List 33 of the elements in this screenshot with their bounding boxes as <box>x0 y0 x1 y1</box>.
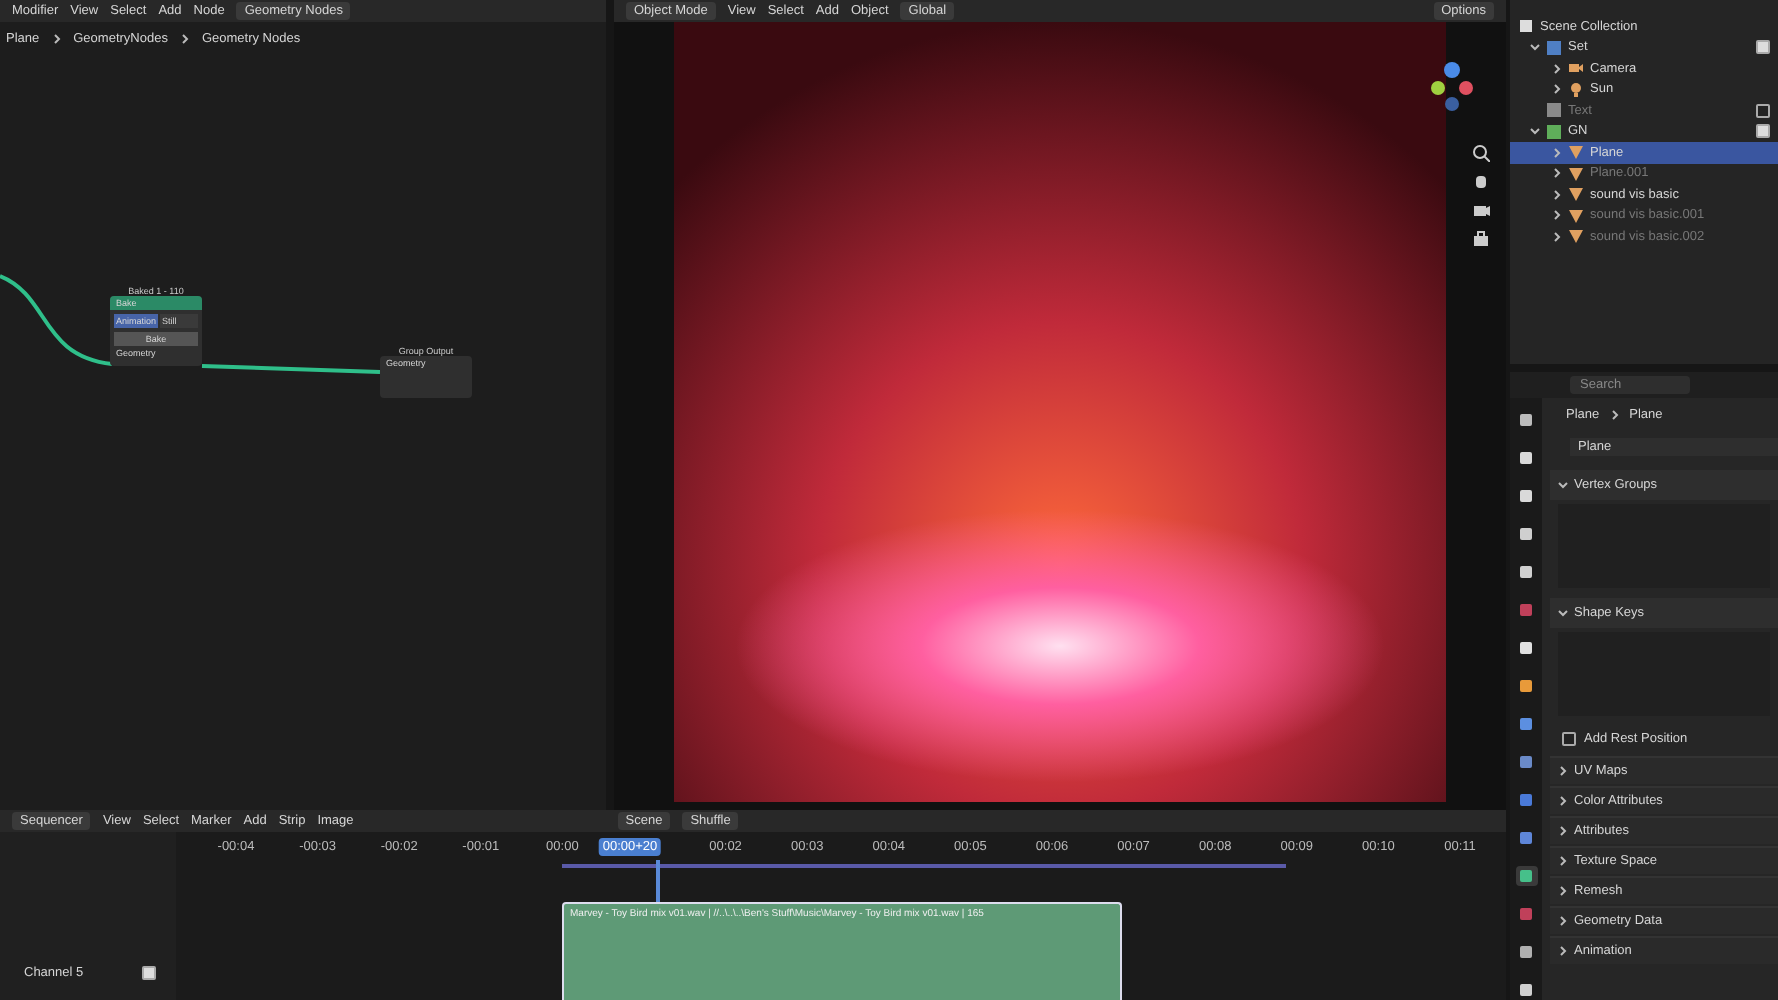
chevron-icon <box>179 34 190 44</box>
property-tab-icon[interactable] <box>1515 942 1537 962</box>
chevron-icon <box>1558 766 1568 776</box>
visibility-checkbox[interactable] <box>1756 40 1770 55</box>
light-bulb-icon <box>1568 81 1584 98</box>
property-tab-icon[interactable] <box>1515 486 1537 506</box>
channel-checkbox[interactable] <box>142 966 156 980</box>
chevron-icon <box>1609 410 1620 420</box>
chevron-icon <box>1558 856 1568 866</box>
property-tab-icon[interactable] <box>1515 410 1537 430</box>
node-link <box>0 274 113 366</box>
collection-icon <box>1518 18 1534 35</box>
axis-gizmo-icon[interactable] <box>1430 60 1474 112</box>
property-tab-icon[interactable] <box>1515 866 1537 886</box>
property-tab-icon[interactable] <box>1515 562 1537 582</box>
property-tab-icon[interactable] <box>1515 980 1537 1000</box>
visibility-checkbox[interactable] <box>1756 124 1770 139</box>
property-tab-icon[interactable] <box>1515 714 1537 734</box>
property-tab-icon[interactable] <box>1515 448 1537 468</box>
chevron-icon <box>1558 916 1568 926</box>
property-tab-icon[interactable] <box>1515 676 1537 696</box>
camera-icon <box>1568 60 1584 77</box>
property-tab-icon[interactable] <box>1515 524 1537 544</box>
camera-icon[interactable] <box>1472 200 1490 218</box>
chevron-icon <box>1558 796 1568 806</box>
chevron-icon <box>1558 946 1568 956</box>
lock-icon[interactable] <box>1472 228 1490 246</box>
chevron-icon <box>51 34 62 44</box>
zoom-icon[interactable] <box>1472 144 1490 162</box>
chevron-icon <box>1558 886 1568 896</box>
checkbox[interactable] <box>1562 732 1576 746</box>
property-tab-icon[interactable] <box>1515 638 1537 658</box>
chevron-icon <box>1558 826 1568 836</box>
